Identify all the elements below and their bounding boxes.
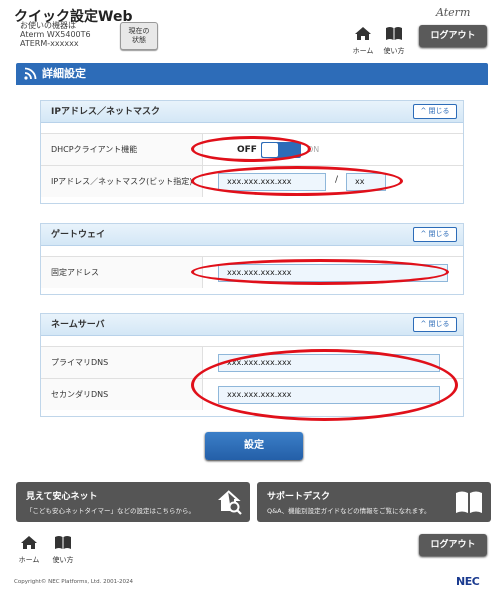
nav-howto-top[interactable]: 使い方 — [381, 26, 407, 56]
copyright: Copyright© NEC Platforms, Ltd. 2001-2024 — [14, 579, 134, 585]
chevron-up-icon: ^ — [420, 107, 427, 115]
logout-button-top[interactable]: ログアウト — [419, 25, 487, 47]
annotation-ellipse-dns — [191, 349, 458, 421]
support-desk-banner[interactable]: サポートデスク Q&A、機能別設定ガイドなどの情報をご覧になれます。 — [257, 482, 491, 522]
annotation-ellipse-dhcp — [191, 136, 311, 162]
device-caption: お使いの機器は — [20, 21, 76, 30]
home-icon — [355, 27, 371, 40]
page-title-band: 詳細設定 — [16, 63, 488, 85]
page-title: 詳細設定 — [42, 67, 86, 80]
book-icon — [55, 536, 71, 549]
logout-button-bottom[interactable]: ログアウト — [419, 534, 487, 556]
nav-home-label: ホーム — [352, 47, 374, 55]
annotation-ellipse-gateway — [191, 259, 449, 285]
current-status-button[interactable]: 現在の 状態 — [120, 22, 158, 50]
support-banner-title: サポートデスク — [267, 492, 331, 502]
safety-banner-subtitle: 「こども安心ネットタイマー」などの設定はこちらから。 — [26, 507, 195, 515]
nav-home-top[interactable]: ホーム — [350, 26, 376, 56]
ip-close-label: 閉じる — [428, 107, 450, 115]
gateway-section: ゲートウェイ ^ 閉じる 固定アドレス xxx.xxx.xxx.xxx — [40, 223, 464, 295]
dns-section-title: ネームサーバ — [51, 320, 105, 330]
wifi-icon — [24, 67, 37, 80]
device-id: ATERM-xxxxxx — [20, 39, 79, 48]
ip-section-close-button[interactable]: ^ 閉じる — [413, 104, 457, 119]
gateway-fixed-label: 固定アドレス — [41, 257, 203, 288]
book-open-icon — [456, 491, 482, 513]
footer-nav-howto-label: 使い方 — [52, 556, 74, 564]
annotation-ellipse-ip — [191, 166, 403, 196]
home-icon — [21, 536, 37, 549]
submit-button[interactable]: 設定 — [205, 432, 303, 460]
mieru-anshin-banner[interactable]: 見えて安心ネット 「こども安心ネットタイマー」などの設定はこちらから。 — [16, 482, 250, 522]
footer-nav-home-label: ホーム — [18, 556, 40, 564]
ip-section-header: IPアドレス／ネットマスク ^ 閉じる — [41, 101, 463, 123]
gateway-section-title: ゲートウェイ — [51, 230, 106, 240]
status-button-line2: 状態 — [132, 36, 146, 44]
nav-home-bottom[interactable]: ホーム — [16, 535, 42, 565]
gateway-close-label: 閉じる — [428, 230, 450, 238]
ip-section: IPアドレス／ネットマスク ^ 閉じる DHCPクライアント機能 OFF ON … — [40, 100, 464, 204]
aterm-logo: Aterm — [436, 6, 471, 19]
dhcp-label: DHCPクライアント機能 — [41, 134, 203, 165]
secondary-dns-label: セカンダリDNS — [41, 379, 203, 410]
safety-banner-title: 見えて安心ネット — [26, 492, 98, 502]
gateway-section-header: ゲートウェイ ^ 閉じる — [41, 224, 463, 246]
chevron-up-icon: ^ — [420, 320, 427, 328]
dns-section-header: ネームサーバ ^ 閉じる — [41, 314, 463, 336]
chevron-up-icon: ^ — [420, 230, 427, 238]
dns-close-label: 閉じる — [428, 320, 450, 328]
device-model: Aterm WX5400T6 — [20, 30, 91, 39]
ip-address-row: IPアドレス／ネットマスク(ビット指定) xxx.xxx.xxx.xxx / x… — [41, 165, 463, 197]
ip-address-label: IPアドレス／ネットマスク(ビット指定) — [41, 166, 203, 197]
gateway-row: 固定アドレス xxx.xxx.xxx.xxx — [41, 256, 463, 288]
primary-dns-label: プライマリDNS — [41, 347, 203, 378]
status-button-line1: 現在の — [128, 27, 150, 35]
ip-section-title: IPアドレス／ネットマスク — [51, 107, 160, 117]
nec-logo: NEC — [456, 575, 480, 588]
dhcp-row: DHCPクライアント機能 OFF ON — [41, 133, 463, 165]
support-banner-subtitle: Q&A、機能別設定ガイドなどの情報をご覧になれます。 — [267, 507, 431, 515]
header: クイック設定Web お使いの機器は Aterm WX5400T6 ATERM-x… — [0, 0, 500, 58]
nav-howto-bottom[interactable]: 使い方 — [50, 535, 76, 565]
gateway-section-close-button[interactable]: ^ 閉じる — [413, 227, 457, 242]
book-icon — [386, 27, 402, 40]
nav-howto-label: 使い方 — [383, 47, 405, 55]
dns-section-close-button[interactable]: ^ 閉じる — [413, 317, 457, 332]
dns-section: ネームサーバ ^ 閉じる プライマリDNS xxx.xxx.xxx.xxx セカ… — [40, 313, 464, 421]
house-search-icon — [218, 490, 242, 515]
